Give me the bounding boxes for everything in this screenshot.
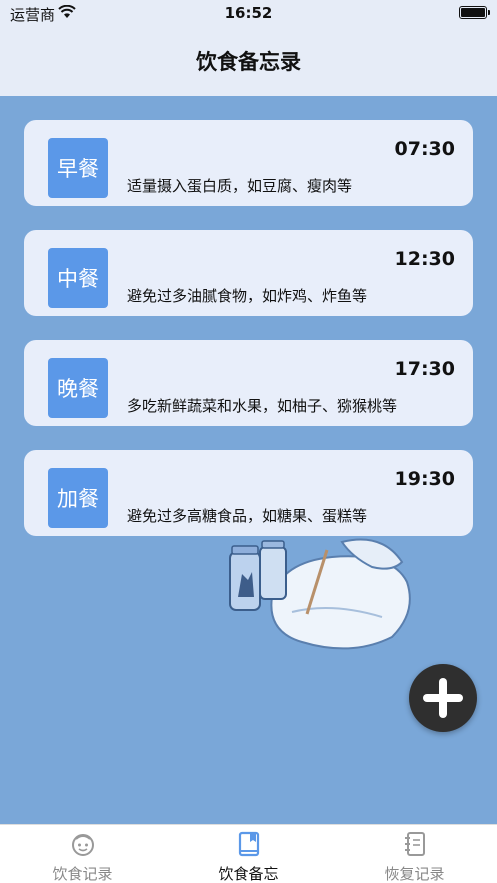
meal-note: 避免过多油腻食物，如炸鸡、炸鱼等: [127, 287, 368, 305]
meal-label: 中餐: [48, 248, 108, 308]
meal-time: 12:30: [394, 248, 455, 270]
tab-label: 饮食备忘: [218, 865, 279, 883]
tab-diet-record[interactable]: 饮食记录: [0, 825, 165, 883]
meal-time: 19:30: [394, 468, 455, 490]
add-button[interactable]: [409, 664, 477, 732]
meal-card-breakfast[interactable]: 早餐 07:30 适量摄入蛋白质，如豆腐、瘦肉等: [24, 120, 473, 206]
book-icon: [238, 831, 260, 857]
meal-time: 07:30: [394, 138, 455, 160]
status-time: 16:52: [224, 4, 273, 22]
nav-bar: 饮食备忘录: [0, 26, 497, 96]
meal-time: 17:30: [394, 358, 455, 380]
meal-list-area: 早餐 07:30 适量摄入蛋白质，如豆腐、瘦肉等 中餐 12:30 避免过多油腻…: [0, 96, 497, 824]
tab-label: 饮食记录: [52, 865, 113, 883]
tab-label: 恢复记录: [384, 865, 445, 883]
face-icon: [72, 834, 94, 856]
meal-label: 早餐: [48, 138, 108, 198]
tab-bar: 饮食记录 饮食备忘 恢复记录: [0, 824, 497, 883]
notebook-icon: [405, 832, 425, 856]
status-bar: 运营商 16:52: [0, 0, 497, 26]
pillow-jar-illustration: [229, 538, 411, 650]
tab-diet-memo[interactable]: 饮食备忘: [166, 825, 331, 883]
meal-card-dinner[interactable]: 晚餐 17:30 多吃新鲜蔬菜和水果，如柚子、猕猴桃等: [24, 340, 473, 426]
page-title: 饮食备忘录: [196, 50, 301, 74]
meal-note: 适量摄入蛋白质，如豆腐、瘦肉等: [127, 177, 353, 195]
battery-icon: [459, 6, 490, 19]
tab-recovery-record[interactable]: 恢复记录: [332, 825, 497, 883]
meal-label: 加餐: [48, 468, 108, 528]
meal-note: 多吃新鲜蔬菜和水果，如柚子、猕猴桃等: [127, 397, 398, 415]
meal-card-lunch[interactable]: 中餐 12:30 避免过多油腻食物，如炸鸡、炸鱼等: [24, 230, 473, 316]
meal-label: 晚餐: [48, 358, 108, 418]
